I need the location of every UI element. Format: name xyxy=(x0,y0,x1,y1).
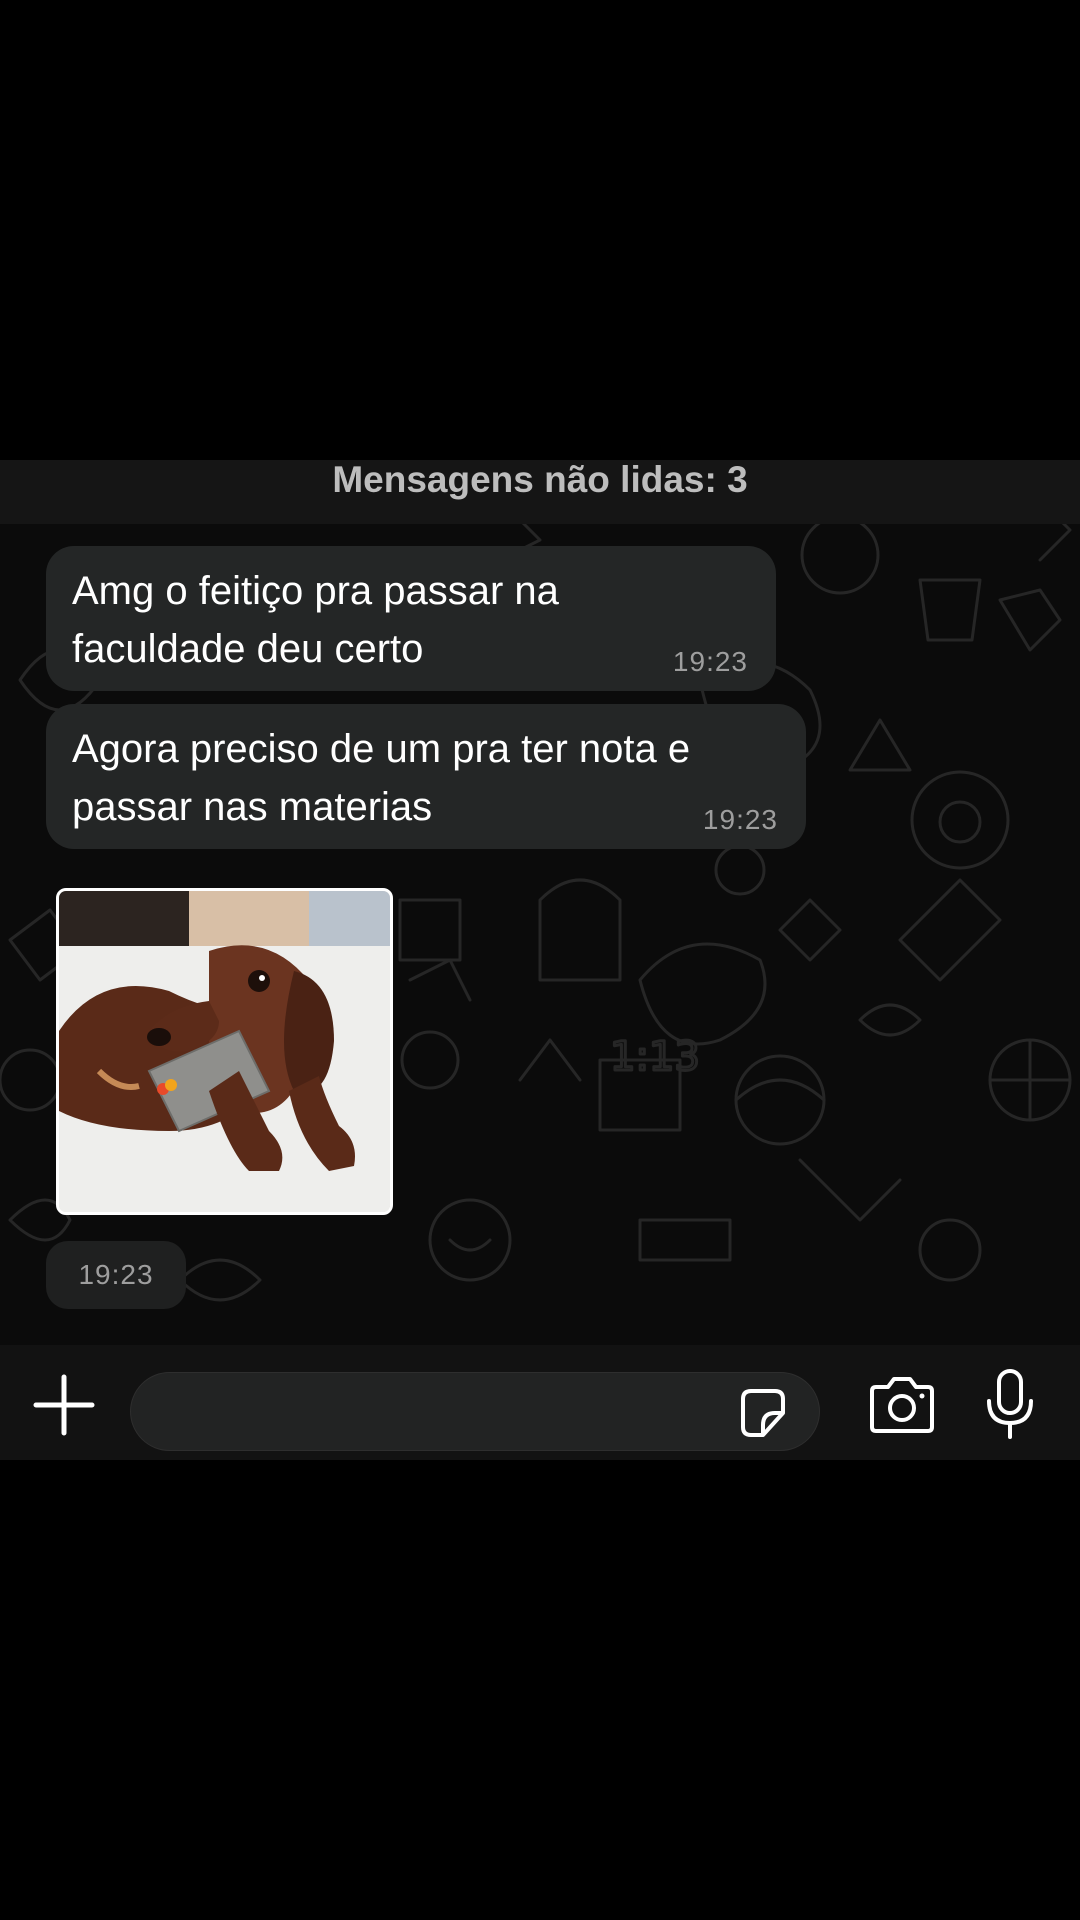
camera-button[interactable] xyxy=(866,1375,938,1435)
unread-messages-label: Mensagens não lidas: 3 xyxy=(332,460,748,500)
microphone-icon xyxy=(987,1369,1033,1439)
message-bubble[interactable]: Amg o feitiço pra passar na faculdade de… xyxy=(46,546,776,691)
plus-icon xyxy=(33,1374,95,1436)
attach-plus-button[interactable] xyxy=(28,1369,100,1441)
svg-text:1:13: 1:13 xyxy=(610,1034,700,1080)
message-input-bar xyxy=(0,1345,1080,1460)
message-text-field[interactable] xyxy=(130,1372,820,1451)
message-timestamp: 19:23 xyxy=(702,804,778,835)
unread-messages-banner: Mensagens não lidas: 3 xyxy=(0,460,1080,524)
message-input[interactable] xyxy=(155,1387,719,1437)
sticker-button[interactable] xyxy=(735,1385,791,1441)
message-timestamp: 19:23 xyxy=(672,646,748,677)
chat-area: 1:13 Mensagens não lidas: 3 Amg o feitiç… xyxy=(0,460,1080,1345)
camera-icon xyxy=(870,1377,934,1433)
microphone-button[interactable] xyxy=(982,1367,1038,1443)
dachshund-sticker-image xyxy=(59,891,390,1212)
message-text: Agora preciso de um pra ter nota e passa… xyxy=(72,727,691,829)
message-bubble[interactable]: Agora preciso de um pra ter nota e passa… xyxy=(46,704,806,849)
message-text: Amg o feitiço pra passar na faculdade de… xyxy=(72,569,559,671)
sticker-icon xyxy=(741,1389,785,1437)
sticker-message[interactable] xyxy=(56,888,393,1215)
sticker-timestamp: 19:23 xyxy=(46,1241,186,1309)
